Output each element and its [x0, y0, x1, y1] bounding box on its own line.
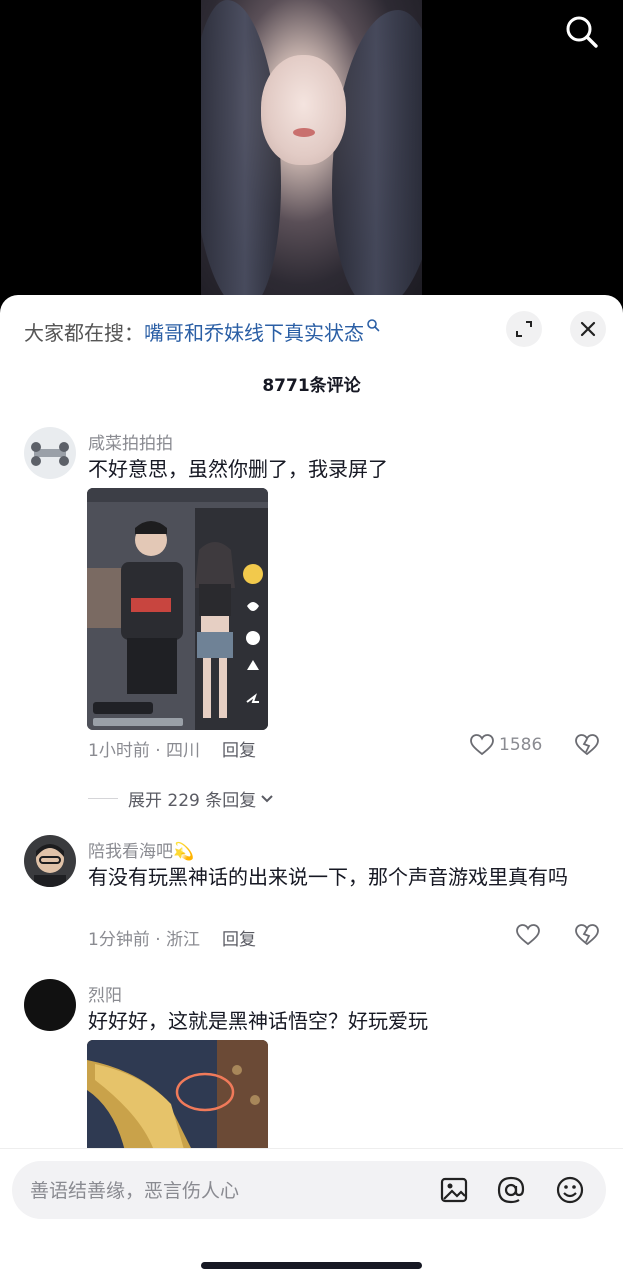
chevron-down-icon [261, 794, 273, 802]
comment-count-title: 8771条评论 [262, 376, 361, 396]
dislike-icon [575, 924, 599, 946]
comment-username[interactable]: 烈阳 [88, 981, 122, 1006]
comment-text: 有没有玩黑神话的出来说一下，那个声音游戏里真有吗 [88, 865, 568, 889]
search-suggestion-prefix: 大家都在搜： [24, 321, 144, 345]
close-button[interactable] [570, 311, 606, 347]
reply-button[interactable]: 回复 [222, 930, 256, 950]
comment-username[interactable]: 咸菜拍拍拍 [88, 429, 173, 454]
at-icon [497, 1176, 525, 1204]
video-content [293, 128, 315, 137]
comment-image[interactable] [87, 1040, 268, 1160]
emoji-button[interactable] [554, 1174, 586, 1206]
comment-image[interactable] [87, 488, 268, 730]
video-content [201, 0, 281, 310]
avatar[interactable] [24, 835, 76, 887]
search-suggestion[interactable]: 大家都在搜：嘴哥和乔妹线下真实状态 [24, 317, 380, 346]
video-content [332, 10, 422, 310]
video-content [261, 55, 346, 165]
search-suggestion-query[interactable]: 嘴哥和乔妹线下真实状态 [144, 321, 364, 345]
search-icon [566, 16, 598, 48]
heart-icon [470, 734, 494, 756]
expand-divider [88, 798, 118, 799]
close-icon [580, 321, 596, 337]
dislike-icon [575, 734, 599, 756]
heart-icon [516, 924, 540, 946]
video-frame [201, 0, 422, 310]
expand-replies-button[interactable]: 展开 229 条回复 [88, 786, 276, 811]
image-icon [440, 1177, 468, 1203]
fullscreen-button[interactable] [506, 311, 542, 347]
comment-meta: 1小时前 · 四川 回复 [88, 736, 256, 761]
comment-input-bar [0, 1148, 623, 1281]
search-button[interactable] [562, 12, 602, 52]
search-small-icon [367, 319, 380, 332]
comment-username[interactable]: 陪我看海吧💫 [88, 837, 194, 862]
comment-meta: 1分钟前 · 浙江 回复 [88, 925, 256, 950]
comment-input-container[interactable] [12, 1161, 606, 1221]
comment-text: 好好好，这就是黑神话悟空？好玩爱玩 [88, 1009, 428, 1033]
reply-button[interactable]: 回复 [222, 741, 256, 761]
dislike-button[interactable] [574, 923, 600, 951]
avatar[interactable] [24, 979, 76, 1031]
like-button[interactable] [515, 923, 541, 947]
avatar[interactable] [24, 427, 76, 479]
like-button[interactable]: 1586 [469, 733, 542, 757]
dislike-button[interactable] [574, 733, 600, 761]
video-player[interactable] [0, 0, 623, 310]
fullscreen-icon [516, 321, 532, 337]
comment-sheet: 大家都在搜：嘴哥和乔妹线下真实状态 8771条评论 咸菜拍拍拍 不好意思，虽然你… [0, 295, 623, 1280]
expand-replies-label: 展开 229 条回复 [128, 791, 257, 811]
home-indicator [201, 1262, 422, 1269]
comment-time-location: 1分钟前 · 浙江 [88, 930, 201, 950]
emoji-icon [556, 1176, 584, 1204]
mention-button[interactable] [495, 1174, 527, 1206]
like-count: 1586 [499, 735, 543, 755]
image-button[interactable] [438, 1174, 470, 1206]
comment-text: 不好意思，虽然你删了，我录屏了 [88, 457, 388, 481]
comment-time-location: 1小时前 · 四川 [88, 741, 201, 761]
comment-input[interactable] [28, 1161, 422, 1221]
